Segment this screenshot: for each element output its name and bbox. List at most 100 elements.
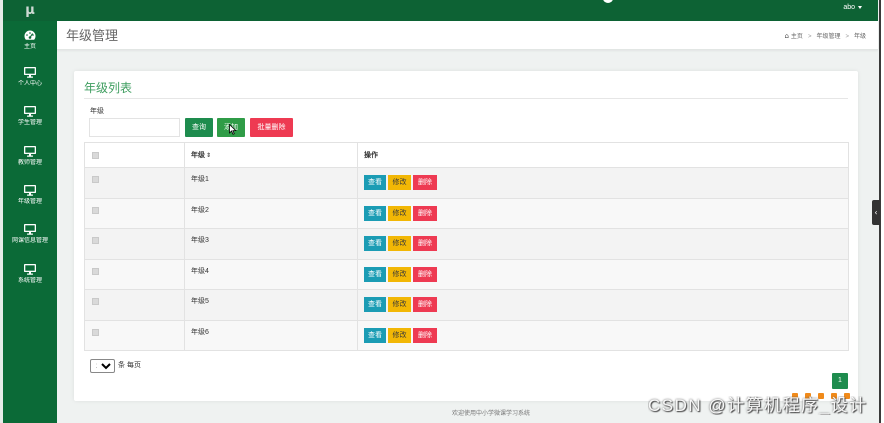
page-title: 年级管理	[66, 28, 119, 43]
actions-column-header: 操作	[357, 142, 849, 168]
grade-header-label: 年级	[191, 152, 205, 159]
sidebar-item-label: 年级管理	[17, 199, 42, 205]
card-title: 年级列表	[84, 81, 133, 95]
select-all-header	[84, 142, 185, 168]
user-name: abo	[843, 4, 855, 11]
page-header: 年级管理 主页年级管理年级	[57, 21, 878, 50]
view-button[interactable]: 查看	[364, 266, 386, 282]
row-checkbox[interactable]	[92, 328, 99, 336]
grade-search-input[interactable]	[89, 118, 180, 137]
view-button[interactable]: 查看	[364, 327, 386, 343]
edit-button[interactable]: 修改	[388, 205, 411, 221]
sort-icon[interactable]	[205, 152, 211, 159]
collapse-tab[interactable]	[872, 200, 880, 225]
row-select-cell	[84, 319, 185, 351]
topbar: abo	[57, 0, 878, 21]
desktop-icon	[24, 106, 36, 117]
actions-cell: 查看 修改 删除	[357, 197, 849, 229]
desktop-icon	[24, 185, 36, 196]
edit-button[interactable]: 修改	[388, 266, 411, 282]
table-row: 年级4 查看 修改 删除	[84, 258, 849, 290]
sidebar-item-home[interactable]: 主页	[3, 30, 57, 56]
select-all-checkbox[interactable]	[92, 152, 99, 159]
table-row: 年级1 查看 修改 删除	[84, 167, 849, 199]
view-button[interactable]: 查看	[364, 175, 386, 190]
row-checkbox[interactable]	[92, 298, 99, 305]
page-number-button[interactable]: 1	[832, 373, 848, 389]
actions-cell: 查看 修改 删除	[357, 319, 849, 351]
edit-button[interactable]: 修改	[388, 236, 411, 251]
sidebar-item-grades[interactable]: 年级管理	[3, 185, 57, 211]
app-logo[interactable]: μ	[3, 0, 57, 21]
grade-cell: 年级6	[184, 319, 358, 351]
row-checkbox[interactable]	[92, 176, 99, 183]
desktop-icon	[24, 264, 36, 275]
dashboard-icon	[24, 30, 36, 41]
grade-table: 年级 操作 年级1 查看修改删除 年级2 查看修改删除 年级3 查看修改删除	[84, 142, 849, 351]
grade-cell: 年级1	[184, 167, 358, 199]
breadcrumb-home[interactable]: 主页	[784, 22, 802, 52]
sidebar-item-profile[interactable]: 个人中心	[3, 67, 57, 93]
row-select-cell	[84, 167, 185, 199]
delete-button[interactable]: 删除	[413, 297, 437, 312]
footer-text: 欢迎使用中小学微课学习系统	[452, 411, 531, 417]
row-checkbox[interactable]	[92, 206, 99, 214]
delete-button[interactable]: 删除	[413, 205, 437, 221]
sidebar-item-label: 个人中心	[17, 81, 42, 87]
row-checkbox[interactable]	[92, 237, 99, 244]
grade-cell: 年级3	[184, 228, 358, 260]
edit-button[interactable]: 修改	[388, 175, 411, 190]
row-checkbox[interactable]	[92, 267, 99, 275]
edit-button[interactable]: 修改	[388, 327, 411, 343]
delete-button[interactable]: 删除	[413, 236, 437, 251]
table-row: 年级6 查看 修改 删除	[84, 319, 849, 351]
card-divider	[84, 98, 848, 99]
delete-button[interactable]: 删除	[413, 327, 437, 343]
sidebar-item-students[interactable]: 学生管理	[3, 106, 57, 132]
view-button[interactable]: 查看	[364, 236, 386, 251]
sidebar-item-system[interactable]: 系统管理	[3, 264, 57, 290]
actions-cell: 查看 修改 删除	[357, 228, 849, 260]
user-menu[interactable]: abo	[843, 0, 862, 16]
grade-cell: 年级5	[184, 289, 358, 321]
sidebar-item-label: 系统管理	[17, 278, 42, 284]
grade-search-label: 年级	[90, 108, 104, 115]
sidebar-item-online-courses[interactable]: 网课信息管理	[3, 224, 57, 250]
grade-cell: 年级4	[184, 258, 358, 290]
csdn-watermark: CSDN @计算机程序_设计	[648, 396, 868, 415]
sidebar: μ 主页 个人中心 学生管理 教师管理 年级管理 网课信息管理 系统管理	[3, 0, 57, 423]
delete-button[interactable]: 删除	[413, 175, 437, 190]
sidebar-item-label: 学生管理	[17, 120, 42, 126]
breadcrumb-item[interactable]: 年级管理	[803, 23, 840, 52]
table-row: 年级5 查看 修改 删除	[84, 289, 849, 321]
grade-column-header[interactable]: 年级	[184, 142, 358, 168]
query-button[interactable]: 查询	[185, 118, 213, 137]
edit-button[interactable]: 修改	[388, 297, 411, 312]
row-select-cell	[84, 258, 185, 290]
actions-cell: 查看 修改 删除	[357, 258, 849, 290]
batch-delete-button[interactable]: 批量删除	[250, 118, 293, 137]
table-header-row: 年级 操作	[84, 142, 849, 168]
grade-list-card: 年级列表 年级 查询 添加 批量删除 年级 操作 年级1 查看修改删除 年级2 …	[74, 71, 858, 401]
table-row: 年级3 查看 修改 删除	[84, 228, 849, 260]
page-size-suffix: 条 每页	[118, 362, 141, 369]
sidebar-item-label: 网课信息管理	[11, 238, 48, 244]
row-select-cell	[84, 289, 185, 321]
view-button[interactable]: 查看	[364, 205, 386, 221]
breadcrumb-item: 主页	[790, 34, 803, 40]
sidebar-item-label: 教师管理	[17, 160, 42, 166]
actions-cell: 查看 修改 删除	[357, 289, 849, 321]
actions-cell: 查看 修改 删除	[357, 167, 849, 199]
chevron-left-icon	[872, 200, 880, 225]
delete-button[interactable]: 删除	[413, 266, 437, 282]
breadcrumb: 主页年级管理年级	[784, 22, 866, 52]
topbar-partial-icon	[603, 0, 613, 3]
grade-cell: 年级2	[184, 197, 358, 229]
mouse-cursor-icon	[229, 124, 237, 135]
sidebar-item-teachers[interactable]: 教师管理	[3, 146, 57, 172]
table-row: 年级2 查看 修改 删除	[84, 197, 849, 229]
breadcrumb-item-current: 年级	[840, 23, 866, 52]
desktop-icon	[24, 224, 36, 235]
view-button[interactable]: 查看	[364, 297, 386, 312]
page-size-select[interactable]: 10	[90, 359, 115, 373]
